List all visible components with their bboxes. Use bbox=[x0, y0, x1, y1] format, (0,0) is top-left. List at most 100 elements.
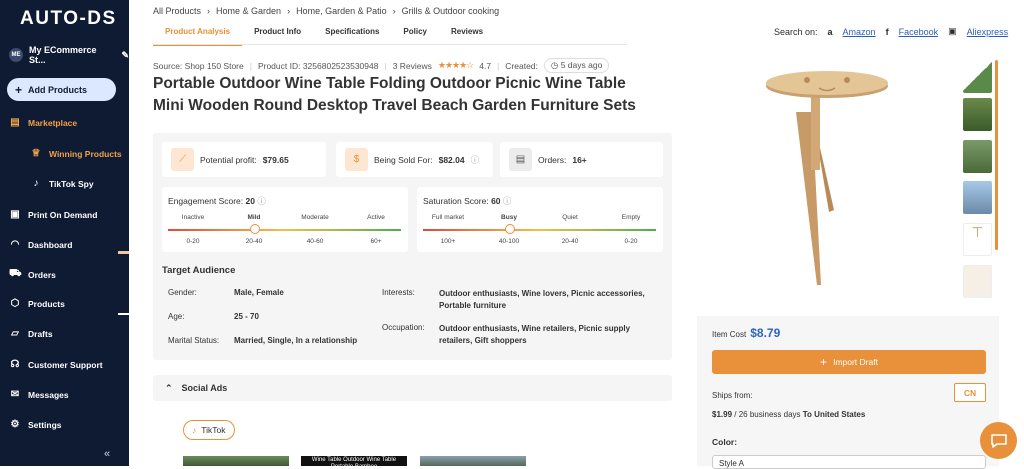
facebook-icon: f bbox=[885, 26, 889, 37]
gallery-thumbnail[interactable] bbox=[963, 140, 992, 173]
product-main-image[interactable] bbox=[699, 50, 999, 310]
ad-video-thumbnail[interactable] bbox=[420, 456, 526, 466]
gallery-thumbnail[interactable] bbox=[963, 60, 992, 93]
breadcrumb-item[interactable]: Grills & Outdoor cooking bbox=[402, 6, 500, 16]
star-rating-icon: ★★★★☆ bbox=[437, 60, 474, 70]
sidebar-item-print-on-demand[interactable]: ▣ Print On Demand bbox=[9, 209, 97, 220]
range-label: 20-40 bbox=[561, 238, 579, 245]
sold-value: $82.04 bbox=[438, 154, 465, 165]
sidebar-item-label: Settings bbox=[28, 419, 62, 430]
sidebar-item-settings[interactable]: ⚙ Settings bbox=[9, 419, 62, 430]
interests-value: Outdoor enthusiasts, Wine lovers, Picnic… bbox=[439, 289, 645, 310]
pencil-icon[interactable]: ✎ bbox=[121, 50, 129, 61]
breadcrumb: All Products › Home & Garden › Home, Garde… bbox=[153, 6, 499, 16]
tiktok-chip[interactable]: ♪ TikTok bbox=[183, 420, 235, 440]
sidebar-item-customer-support[interactable]: ☊ Customer Support bbox=[9, 359, 103, 370]
orders-card: ▤ Orders: 16+ bbox=[500, 142, 663, 177]
chat-button[interactable] bbox=[980, 422, 1017, 459]
gallery-scrollbar[interactable] bbox=[995, 60, 998, 250]
level-label: Full market bbox=[431, 214, 465, 221]
color-label: Color: bbox=[712, 437, 738, 447]
search-on: Search on: a Amazon f Facebook ▣ Aliexpress bbox=[774, 26, 1008, 37]
info-icon[interactable]: ⓘ bbox=[471, 154, 480, 166]
product-tabs: Product Analysis Product Info Specificat… bbox=[153, 20, 495, 46]
help-icon[interactable]: ⓘ bbox=[503, 196, 512, 206]
facebook-link[interactable]: Facebook bbox=[899, 27, 939, 37]
collapse-sidebar-icon[interactable]: « bbox=[104, 448, 110, 460]
add-products-button[interactable]: + Add Products bbox=[7, 78, 116, 101]
sidebar-item-tiktok-spy[interactable]: ♪ TikTok Spy bbox=[30, 178, 94, 189]
aliexpress-link[interactable]: Aliexpress bbox=[967, 27, 1009, 37]
gear-icon: ⚙ bbox=[10, 419, 20, 430]
breadcrumb-item[interactable]: Home, Garden & Patio bbox=[296, 6, 387, 16]
level-label: Empty bbox=[621, 214, 641, 221]
box-icon: ⬡ bbox=[10, 298, 20, 309]
item-cost: Item Cost $8.79 bbox=[712, 326, 780, 340]
sidebar-item-label: Products bbox=[28, 298, 65, 309]
tab-product-analysis[interactable]: Product Analysis bbox=[153, 20, 243, 46]
range-label: 0-20 bbox=[186, 238, 200, 245]
gallery-thumbnail[interactable] bbox=[963, 181, 992, 214]
chat-icon bbox=[990, 433, 1007, 448]
shipping-destination: To United States bbox=[802, 410, 866, 419]
color-select[interactable]: Style A bbox=[712, 455, 986, 469]
sold-for-card: $ Being Sold For: $82.04 ⓘ bbox=[336, 142, 493, 177]
truck-icon: ⛟ bbox=[9, 268, 22, 279]
level-label: Moderate bbox=[301, 214, 329, 221]
chart-icon: ⟋ bbox=[171, 148, 194, 171]
created-badge: ◷ 5 days ago bbox=[543, 58, 610, 73]
plus-icon: + bbox=[15, 82, 23, 97]
age-label: Age: bbox=[168, 312, 185, 321]
item-cost-value: $8.79 bbox=[750, 326, 781, 340]
gallery-thumbnail[interactable] bbox=[963, 98, 992, 131]
ad-video-thumbnail[interactable] bbox=[183, 456, 289, 466]
sidebar-item-winning-products[interactable]: ♕ Winning Products bbox=[30, 148, 122, 159]
tiktok-chip-label: TikTok bbox=[201, 425, 226, 435]
review-count[interactable]: 3 Reviews bbox=[393, 61, 432, 71]
amazon-link[interactable]: Amazon bbox=[843, 27, 876, 37]
social-ads-title: Social Ads bbox=[181, 383, 228, 393]
orders-label: Orders: bbox=[538, 154, 567, 165]
saturation-score-card: Saturation Score: 60 ⓘ Full market Busy … bbox=[417, 187, 663, 252]
engagement-knob bbox=[250, 224, 261, 234]
chevron-right-icon: › bbox=[287, 6, 291, 16]
gauge-icon: ◠ bbox=[10, 239, 20, 250]
shirt-icon: ▣ bbox=[10, 209, 20, 220]
tab-reviews[interactable]: Reviews bbox=[439, 20, 495, 46]
range-label: 100+ bbox=[440, 238, 456, 245]
engagement-score-card: Engagement Score: 20 ⓘ Inactive Mild Mod… bbox=[162, 187, 408, 252]
gallery-thumbnail[interactable] bbox=[963, 265, 992, 298]
tab-product-info[interactable]: Product Info bbox=[242, 20, 313, 46]
sidebar-item-label: Dashboard bbox=[28, 239, 73, 250]
sidebar-item-label: Orders bbox=[28, 269, 56, 280]
sidebar-item-messages[interactable]: ✉ Messages bbox=[9, 389, 69, 400]
help-icon[interactable]: ⓘ bbox=[257, 196, 266, 206]
social-ads-header[interactable]: ⌃ Social Ads bbox=[153, 375, 672, 401]
sidebar-item-label: Print On Demand bbox=[28, 209, 98, 220]
ships-from-country-button[interactable]: CN bbox=[954, 383, 986, 402]
sidebar-item-orders[interactable]: ⛟ Orders bbox=[9, 268, 56, 281]
store-selector[interactable]: ME My ECommerce St... ✎ bbox=[9, 45, 129, 65]
autods-logo[interactable]: AUTO-DS bbox=[20, 8, 117, 30]
breadcrumb-item[interactable]: All Products bbox=[153, 6, 201, 16]
tab-specifications[interactable]: Specifications bbox=[313, 20, 391, 46]
tab-policy[interactable]: Policy bbox=[391, 20, 439, 46]
level-label: Busy bbox=[501, 214, 517, 221]
breadcrumb-item[interactable]: Home & Garden bbox=[216, 6, 281, 16]
profit-value: $79.65 bbox=[262, 154, 289, 165]
target-audience-title: Target Audience bbox=[162, 265, 236, 276]
engagement-levels: Inactive Mild Moderate Active bbox=[168, 214, 401, 221]
ad-video-thumbnail[interactable]: Wine Table Outdoor Wine Table Portable B… bbox=[301, 456, 407, 466]
main-content: All Products › Home & Garden › Home, Garde… bbox=[129, 0, 1024, 469]
gallery-thumbnail[interactable]: ⊤ bbox=[963, 223, 992, 256]
gender-label: Gender: bbox=[168, 288, 197, 297]
sidebar-item-products[interactable]: ⬡ Products bbox=[9, 298, 65, 309]
sidebar-item-label: TikTok Spy bbox=[49, 178, 94, 189]
age-value: 25 - 70 bbox=[234, 312, 259, 321]
sidebar-item-dashboard[interactable]: ◠ Dashboard bbox=[9, 239, 73, 250]
saturation-levels: Full market Busy Quiet Empty bbox=[423, 214, 656, 221]
sidebar-item-drafts[interactable]: ▱ Drafts bbox=[9, 328, 52, 339]
sidebar-item-marketplace[interactable]: ▤ Marketplace bbox=[9, 117, 77, 128]
saturation-gradient-bar bbox=[423, 229, 656, 231]
import-draft-button[interactable]: + Import Draft bbox=[712, 350, 986, 374]
